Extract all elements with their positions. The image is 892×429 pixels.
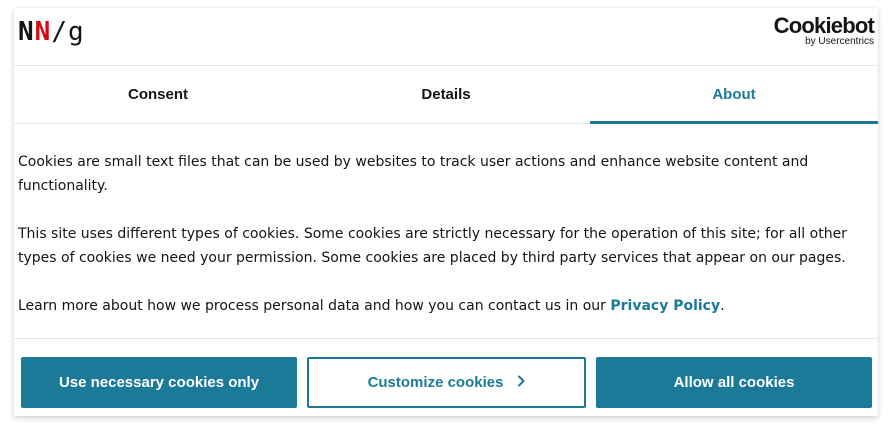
chevron-right-icon [517,374,525,391]
dialog-footer: Use necessary cookies only Customize coo… [14,338,878,416]
privacy-text-end: . [720,298,725,314]
privacy-policy-link[interactable]: Privacy Policy [610,298,720,314]
customize-button-label: Customize cookies [367,374,504,391]
dialog-header: NN/g Cookiebot by Usercentrics [14,8,878,66]
tab-bar: Consent Details About [14,66,878,124]
use-necessary-cookies-button[interactable]: Use necessary cookies only [21,357,297,408]
customize-cookies-button[interactable]: Customize cookies [307,357,586,408]
allow-all-cookies-button[interactable]: Allow all cookies [596,357,872,408]
about-paragraph-usage: This site uses different types of cookie… [18,226,847,266]
about-paragraph-privacy: Learn more about how we process personal… [18,294,848,318]
tab-consent[interactable]: Consent [14,66,302,123]
tab-about[interactable]: About [590,66,878,124]
necessary-button-label: Use necessary cookies only [58,374,260,391]
about-content: Cookies are small text files that can be… [18,150,848,342]
cookiebot-logo[interactable]: Cookiebot by Usercentrics [774,14,875,48]
about-paragraph-cookies: Cookies are small text files that can be… [18,154,809,194]
nng-logo: NN/g [18,17,85,47]
tab-details[interactable]: Details [302,66,590,123]
privacy-text: Learn more about how we process personal… [18,298,611,314]
cookie-consent-dialog: NN/g Cookiebot by Usercentrics Consent D… [14,8,878,416]
allow-button-label: Allow all cookies [673,374,795,391]
